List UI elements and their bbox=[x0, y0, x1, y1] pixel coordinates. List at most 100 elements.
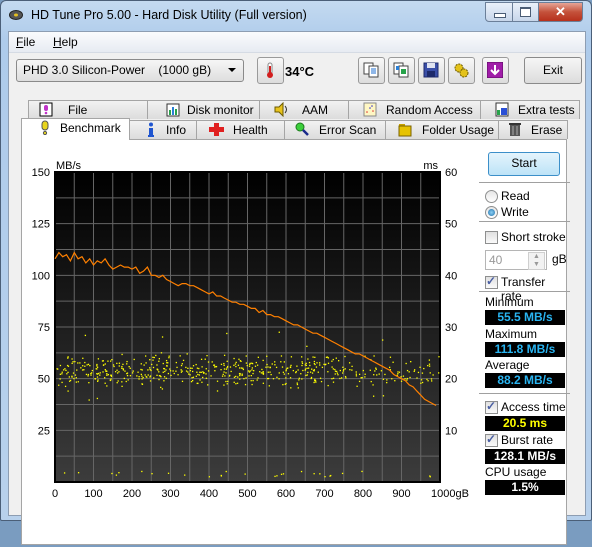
access-time-point bbox=[214, 366, 216, 368]
access-time-point bbox=[220, 369, 222, 371]
access-time-point bbox=[386, 379, 388, 381]
access-time-point bbox=[202, 371, 204, 373]
access-time-point bbox=[204, 358, 206, 360]
access-time-point bbox=[223, 364, 225, 367]
save-button[interactable] bbox=[418, 57, 445, 84]
spin-buttons[interactable]: ▲ ▼ bbox=[528, 252, 545, 270]
download-button[interactable] bbox=[482, 57, 509, 84]
access-time-point bbox=[114, 371, 117, 373]
tab-benchmark[interactable]: Benchmark bbox=[21, 118, 130, 140]
copy-screenshot-button[interactable] bbox=[388, 57, 415, 84]
access-time-point bbox=[398, 371, 401, 373]
access-time-point bbox=[427, 364, 429, 367]
tab-random-access[interactable]: Random Access bbox=[348, 100, 481, 119]
temperature-button[interactable] bbox=[257, 57, 284, 84]
access-time-point bbox=[192, 370, 194, 373]
access-time-point bbox=[59, 373, 62, 375]
access-time-point bbox=[400, 380, 403, 382]
title-bar[interactable]: HD Tune Pro 5.00 - Hard Disk Utility (Fu… bbox=[1, 1, 591, 31]
access-time-point bbox=[315, 381, 317, 383]
access-time-point bbox=[175, 361, 177, 364]
access-time-point bbox=[301, 364, 303, 367]
access-time-point bbox=[136, 375, 138, 377]
short-stroke-size-input[interactable]: 40 ▲ ▼ bbox=[485, 250, 547, 270]
spin-down-icon: ▼ bbox=[533, 261, 540, 268]
tab-aam[interactable]: AAM bbox=[259, 100, 349, 119]
burst-rate-checkbox[interactable] bbox=[485, 432, 498, 447]
tab-info[interactable]: Info bbox=[129, 120, 197, 139]
access-time-point bbox=[419, 366, 421, 368]
write-radio[interactable] bbox=[485, 206, 498, 219]
access-time-point bbox=[397, 373, 399, 375]
tab-folder-usage[interactable]: Folder Usage bbox=[385, 120, 499, 139]
close-button[interactable]: ✕ bbox=[538, 2, 583, 22]
access-time-point bbox=[111, 472, 113, 475]
access-time-point bbox=[242, 368, 245, 371]
x-tick-label: 1000gB bbox=[431, 488, 469, 500]
access-time-point bbox=[285, 369, 287, 371]
access-time-point bbox=[274, 364, 276, 366]
tab-health[interactable]: Health bbox=[196, 120, 285, 139]
access-time-point bbox=[226, 332, 228, 335]
menu-help-accel: H bbox=[53, 35, 62, 49]
file-benchmark-icon bbox=[39, 102, 53, 117]
access-time-point bbox=[239, 374, 241, 377]
access-time-point bbox=[317, 371, 319, 373]
access-time-point bbox=[71, 375, 73, 377]
read-radio[interactable] bbox=[485, 190, 498, 203]
tab-file-benchmark[interactable]: File Benchmark bbox=[28, 100, 148, 131]
copy-info-button[interactable] bbox=[358, 57, 385, 84]
short-stroke-checkbox[interactable] bbox=[485, 231, 498, 244]
access-time-point bbox=[75, 377, 77, 379]
average-label: Average bbox=[485, 358, 530, 372]
access-time-point bbox=[162, 371, 164, 373]
access-time-point bbox=[386, 381, 388, 384]
short-stroke-unit: gB bbox=[552, 252, 567, 266]
exit-button[interactable]: Exit bbox=[524, 57, 582, 84]
start-button[interactable]: Start bbox=[488, 152, 560, 176]
access-time-point bbox=[302, 369, 304, 372]
access-time-point bbox=[87, 363, 90, 366]
chevron-down-icon bbox=[228, 68, 236, 72]
access-time-point bbox=[402, 375, 405, 377]
maximize-button[interactable] bbox=[512, 2, 539, 22]
tab-disk-monitor[interactable]: Disk monitor bbox=[147, 100, 260, 119]
drive-select[interactable]: PHD 3.0 Silicon-Power (1000 gB) bbox=[16, 59, 244, 82]
menu-help[interactable]: Help bbox=[53, 35, 78, 49]
access-time-point bbox=[355, 373, 357, 375]
tab-erase[interactable]: Erase bbox=[498, 120, 568, 139]
copy-screenshot-icon bbox=[393, 62, 409, 78]
access-time-checkbox[interactable] bbox=[485, 399, 498, 414]
access-time-point bbox=[233, 376, 236, 378]
access-time-point bbox=[254, 365, 257, 367]
access-time-point bbox=[165, 369, 167, 371]
access-time-point bbox=[313, 362, 316, 365]
x-tick-label: 300 bbox=[161, 488, 179, 500]
y2-tick-label: 30 bbox=[445, 322, 457, 334]
access-time-point bbox=[334, 373, 336, 375]
transfer-rate-checkbox[interactable] bbox=[485, 274, 498, 289]
access-time-point bbox=[235, 361, 237, 364]
options-button[interactable] bbox=[448, 57, 475, 84]
minimize-button[interactable] bbox=[485, 2, 513, 22]
access-time-point bbox=[191, 377, 193, 379]
access-time-point bbox=[325, 363, 327, 365]
access-time-point bbox=[224, 375, 226, 377]
tab-label: Folder Usage bbox=[422, 123, 495, 137]
access-time-point bbox=[305, 362, 307, 365]
menu-file[interactable]: File bbox=[16, 35, 35, 49]
tab-error-scan[interactable]: Error Scan bbox=[284, 120, 386, 139]
access-time-point bbox=[406, 369, 409, 372]
access-time-point bbox=[239, 360, 241, 362]
tab-extra-tests[interactable]: Extra tests bbox=[480, 100, 580, 119]
access-time-point bbox=[152, 366, 155, 369]
access-time-point bbox=[118, 365, 120, 367]
access-time-point bbox=[165, 365, 168, 367]
access-time-point bbox=[163, 376, 166, 378]
y-tick-label: 75 bbox=[38, 322, 50, 334]
y-tick-label: 50 bbox=[38, 374, 50, 386]
access-time-point bbox=[266, 377, 269, 380]
access-time-point bbox=[180, 364, 183, 367]
toolbar: PHD 3.0 Silicon-Power (1000 gB) 34°C Exi… bbox=[9, 53, 585, 91]
access-time-point bbox=[152, 356, 154, 358]
